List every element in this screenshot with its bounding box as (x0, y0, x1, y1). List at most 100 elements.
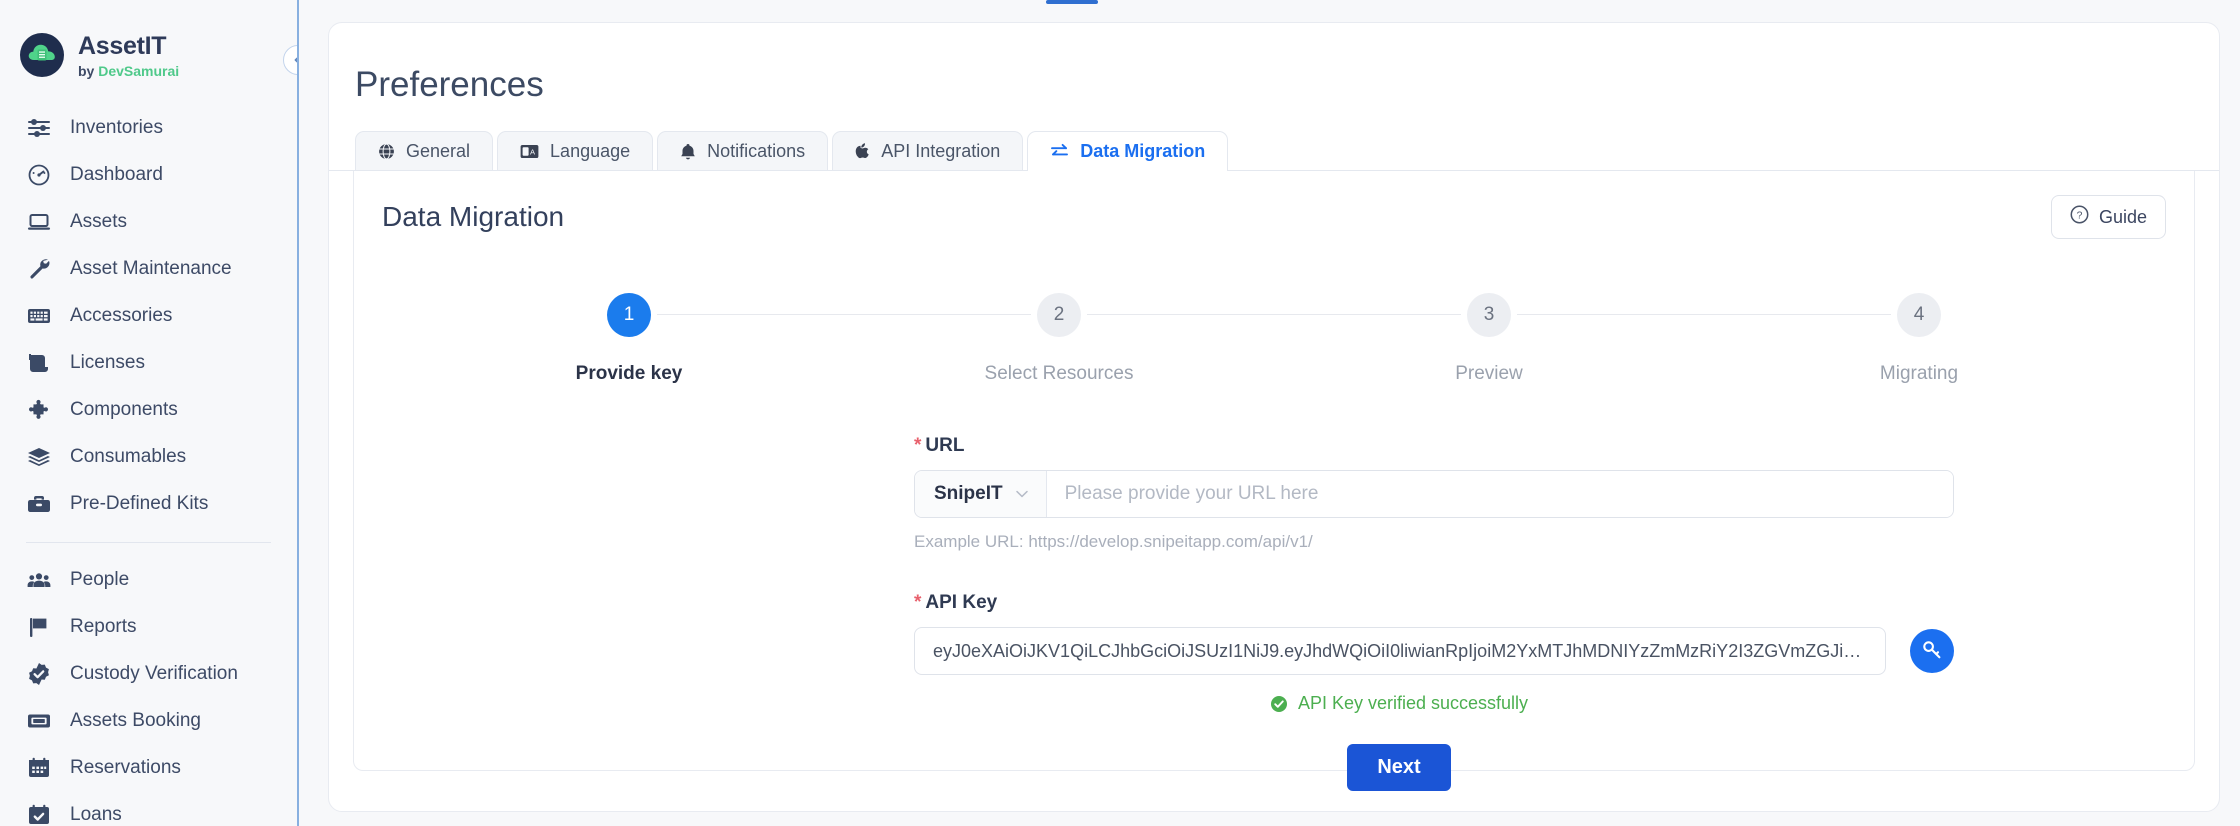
step-connector-right (657, 314, 844, 315)
keyboard-icon (26, 304, 52, 328)
check-circle-icon (1270, 695, 1288, 713)
brand-by-prefix: by (78, 63, 98, 79)
tab-label: Language (550, 141, 630, 162)
calendar-icon (26, 756, 52, 780)
sidebar-item-reports[interactable]: Reports (0, 604, 297, 651)
step-number: 1 (607, 293, 651, 337)
main-content: Preferences General A Language (298, 0, 2240, 826)
step-connector-left (1274, 314, 1461, 315)
page-title: Preferences (329, 23, 2219, 105)
url-example-hint: Example URL: https://develop.snipeitapp.… (914, 532, 1954, 552)
guide-button-label: Guide (2099, 207, 2147, 228)
key-icon (1921, 639, 1943, 664)
sidebar-item-label: Asset Maintenance (70, 258, 232, 280)
brand-by-name: DevSamurai (98, 63, 179, 79)
tab-api-integration[interactable]: API Integration (832, 131, 1023, 171)
step-connector-left (844, 314, 1031, 315)
bell-icon (680, 143, 696, 161)
tab-data-migration[interactable]: Data Migration (1027, 131, 1228, 171)
question-circle-icon: ? (2070, 205, 2089, 229)
step-select-resources[interactable]: 2 Select Resources (844, 293, 1274, 385)
sidebar-item-licenses[interactable]: Licenses (0, 340, 297, 387)
tab-language[interactable]: A Language (497, 131, 653, 171)
ticket-icon (26, 709, 52, 733)
verify-api-key-button[interactable] (1910, 629, 1954, 673)
sidebar-item-accessories[interactable]: Accessories (0, 293, 297, 340)
users-icon (26, 568, 52, 592)
id-card-icon: A (520, 144, 539, 159)
next-button[interactable]: Next (1347, 744, 1450, 791)
active-tab-indicator (1046, 0, 1098, 4)
step-label: Provide key (576, 363, 683, 385)
url-required-marker: * (914, 435, 921, 456)
sidebar-item-asset-maintenance[interactable]: Asset Maintenance (0, 246, 297, 293)
sidebar-item-label: Components (70, 399, 178, 421)
sidebar-item-label: People (70, 569, 129, 591)
api-key-field-label: *API Key (914, 592, 1954, 614)
api-key-label-text: API Key (925, 592, 997, 613)
api-key-input-row (914, 627, 1954, 675)
tab-general[interactable]: General (355, 131, 493, 171)
sidebar-item-dashboard[interactable]: Dashboard (0, 152, 297, 199)
license-scroll-icon (26, 351, 52, 375)
step-connector-right (1517, 314, 1704, 315)
gauge-icon (26, 163, 52, 187)
sidebar-item-custody-verification[interactable]: Custody Verification (0, 651, 297, 698)
data-migration-panel: Data Migration ? Guide 1 Provide key (353, 171, 2195, 771)
sidebar-item-label: Custody Verification (70, 663, 238, 685)
sidebar-nav: Inventories Dashboard Assets Asset Maint… (0, 105, 297, 826)
tab-notifications[interactable]: Notifications (657, 131, 828, 171)
wrench-icon (26, 257, 52, 281)
sidebar-item-label: Reservations (70, 757, 181, 779)
step-connector-right (1087, 314, 1274, 315)
provide-key-form: *URL SnipeIT Example URL: https://develo… (354, 435, 2194, 791)
sidebar-item-inventories[interactable]: Inventories (0, 105, 297, 152)
api-key-input[interactable] (914, 627, 1886, 675)
brand[interactable]: AssetIT by DevSamurai (0, 10, 297, 105)
badge-check-icon (26, 662, 52, 686)
sidebar-item-people[interactable]: People (0, 557, 297, 604)
url-input[interactable] (1047, 471, 1953, 517)
migration-stepper: 1 Provide key 2 Select Resources 3 Previ… (414, 293, 2134, 385)
sidebar-item-label: Dashboard (70, 164, 163, 186)
brand-subtitle: by DevSamurai (78, 63, 179, 79)
api-key-block: *API Key (914, 592, 1954, 791)
sidebar-item-label: Assets Booking (70, 710, 201, 732)
tab-label: General (406, 141, 470, 162)
sidebar-item-loans[interactable]: Loans (0, 792, 297, 826)
sidebar-item-assets[interactable]: Assets (0, 199, 297, 246)
sidebar-item-pre-defined-kits[interactable]: Pre-Defined Kits (0, 481, 297, 528)
step-number: 4 (1897, 293, 1941, 337)
chevron-down-icon (1015, 489, 1029, 499)
sidebar-item-label: Consumables (70, 446, 186, 468)
step-provide-key[interactable]: 1 Provide key (414, 293, 844, 385)
step-number: 2 (1037, 293, 1081, 337)
flag-icon (26, 615, 52, 639)
calendar-check-icon (26, 803, 52, 826)
app-window: AssetIT by DevSamurai Inventories Dashbo… (0, 0, 2240, 826)
sidebar-item-components[interactable]: Components (0, 387, 297, 434)
panel-title: Data Migration (382, 201, 564, 233)
brand-title: AssetIT (78, 32, 179, 61)
step-preview[interactable]: 3 Preview (1274, 293, 1704, 385)
sidebar-item-label: Assets (70, 211, 127, 233)
preferences-card: Preferences General A Language (328, 22, 2220, 812)
url-input-group: SnipeIT (914, 470, 1954, 518)
sidebar-item-label: Reports (70, 616, 137, 638)
toolbox-icon (26, 492, 52, 516)
tab-label: Notifications (707, 141, 805, 162)
step-label: Migrating (1880, 363, 1958, 385)
layers-icon (26, 445, 52, 469)
source-system-select[interactable]: SnipeIT (915, 471, 1047, 517)
guide-button[interactable]: ? Guide (2051, 195, 2166, 239)
sidebar-resize-rail[interactable] (297, 0, 299, 826)
step-connector-left (1704, 314, 1891, 315)
step-migrating[interactable]: 4 Migrating (1704, 293, 2134, 385)
svg-text:?: ? (2077, 211, 2083, 222)
sidebar-item-reservations[interactable]: Reservations (0, 745, 297, 792)
source-system-value: SnipeIT (934, 483, 1003, 505)
url-field-label: *URL (914, 435, 1954, 457)
sidebar-item-assets-booking[interactable]: Assets Booking (0, 698, 297, 745)
step-number: 3 (1467, 293, 1511, 337)
sidebar-item-consumables[interactable]: Consumables (0, 434, 297, 481)
